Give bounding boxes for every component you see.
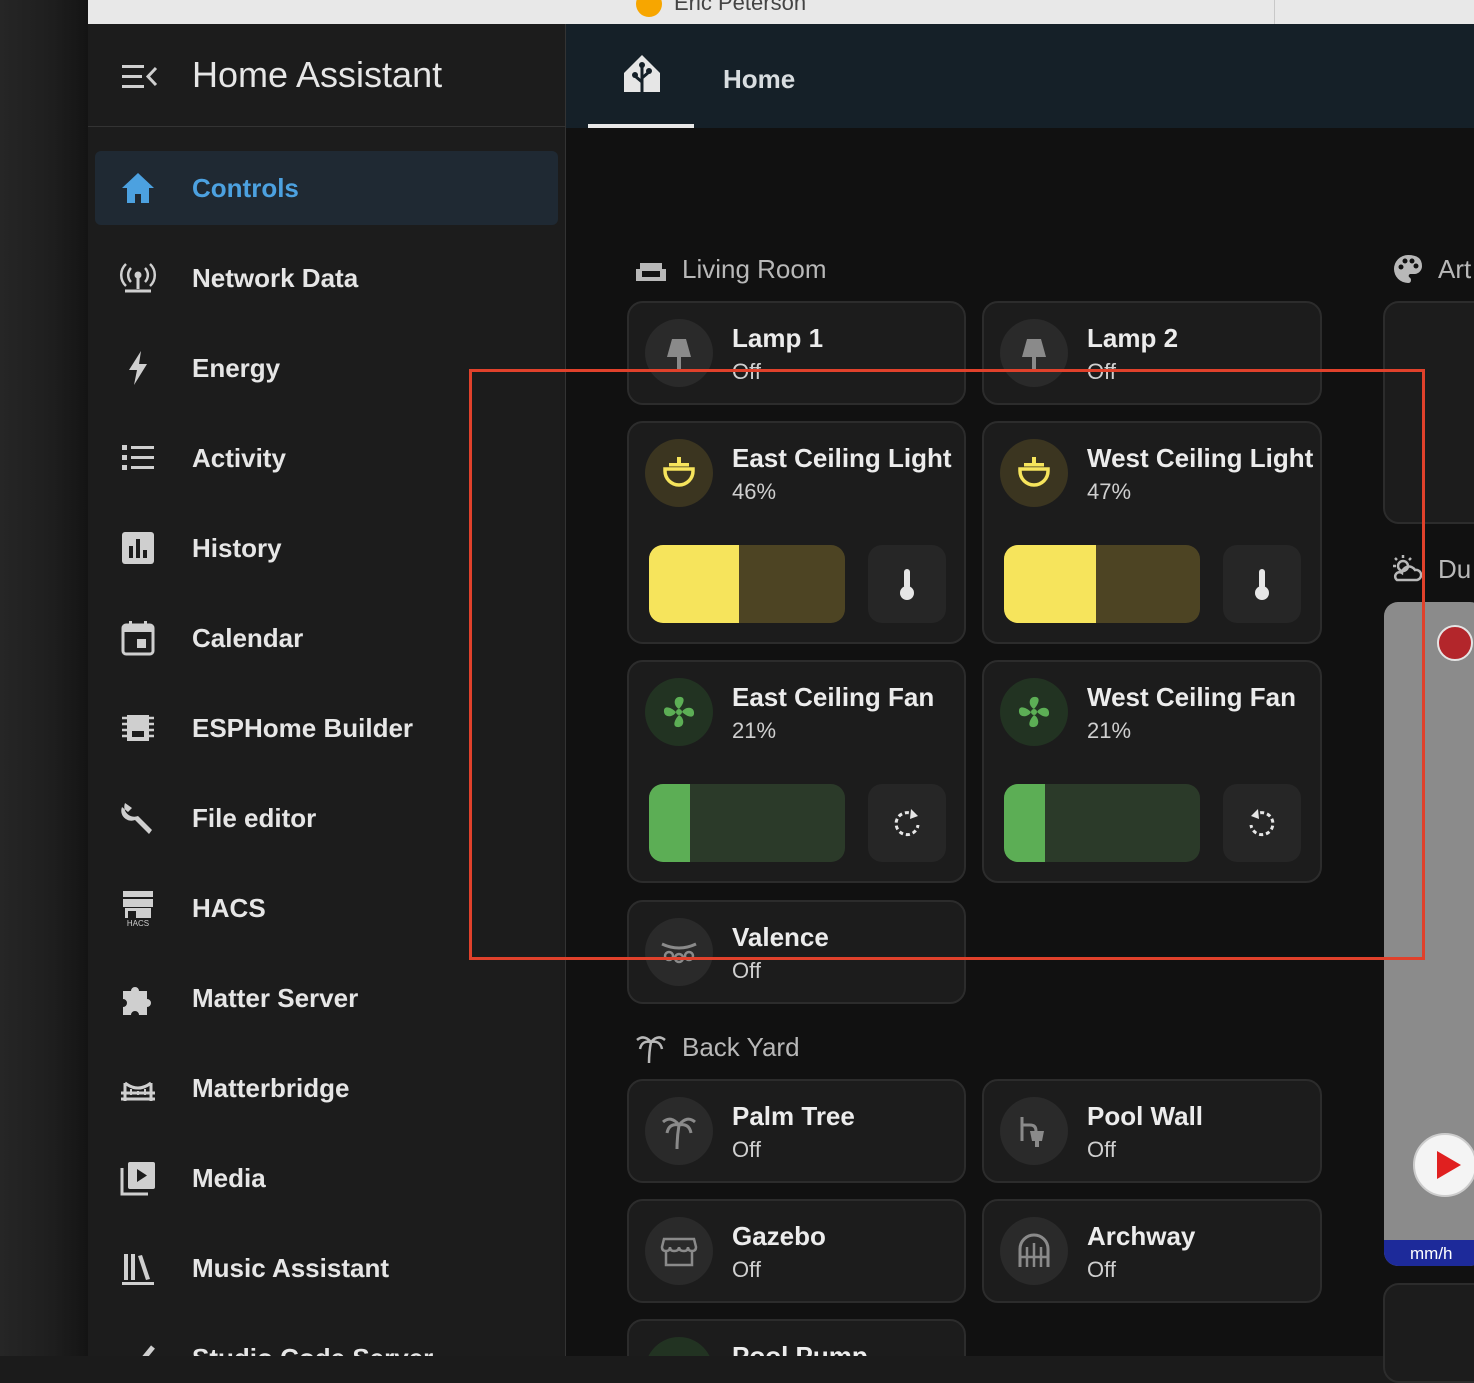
svg-text:HACS: HACS — [127, 919, 149, 927]
tile-gazebo[interactable]: Gazebo Off — [627, 1199, 966, 1303]
lightning-icon — [129, 351, 147, 385]
tile-icon-button[interactable] — [645, 1097, 713, 1165]
tile-name: Lamp 1 — [732, 323, 824, 353]
calendar-icon — [121, 621, 155, 656]
sidebar-item-label: History — [192, 533, 282, 563]
tile-palm-tree[interactable]: Palm Tree Off — [627, 1079, 966, 1183]
sidebar-item-label: Controls — [192, 173, 299, 203]
desktop-background — [0, 0, 88, 1356]
tile-name: Pool Wall — [1087, 1101, 1204, 1131]
play-button[interactable] — [1413, 1133, 1474, 1197]
tile-icon-button[interactable] — [645, 1217, 713, 1285]
list-icon — [122, 445, 154, 470]
sidebar-item-matterbridge[interactable]: Matterbridge — [95, 1051, 558, 1125]
tile-name: Gazebo — [732, 1221, 826, 1251]
tile-state: Off — [1087, 1137, 1116, 1162]
tile-state: Off — [732, 1137, 761, 1162]
sidebar-item-music-assistant[interactable]: Music Assistant — [95, 1231, 558, 1305]
tile-icon-button[interactable] — [1000, 1217, 1068, 1285]
tab-home-label: Home — [723, 64, 796, 94]
sidebar-item-label: Matterbridge — [192, 1073, 350, 1103]
palette-icon — [1394, 255, 1423, 283]
top-app-bar: Home — [566, 24, 1474, 128]
sidebar-item-label: Matter Server — [192, 983, 359, 1013]
pump-icon — [659, 1351, 699, 1356]
home-icon — [122, 173, 154, 203]
play-box-icon — [120, 1162, 155, 1196]
tile-pool-wall[interactable]: Pool Wall Off — [982, 1079, 1322, 1183]
chart-box-icon — [122, 532, 154, 564]
tile-name: Pool Pump — [732, 1341, 868, 1356]
wall-sconce-icon — [1020, 1117, 1044, 1147]
camera-unit-label: mm/h — [1410, 1244, 1453, 1263]
antenna-icon — [119, 263, 157, 293]
tile-name: Archway — [1087, 1221, 1196, 1251]
sidebar-item-label: Activity — [192, 443, 286, 473]
camera-badge-icon — [1437, 625, 1473, 661]
tile-state: Off — [732, 1257, 761, 1282]
sidebar-item-label: HACS — [192, 893, 266, 923]
section-title-art: Art — [1438, 254, 1472, 284]
sidebar-item-label: Energy — [192, 353, 281, 383]
section-title-back-yard: Back Yard — [682, 1032, 800, 1062]
sidebar-header: Home Assistant — [88, 24, 565, 127]
gate-arch-icon — [1018, 1233, 1050, 1267]
home-assistant-icon — [624, 55, 660, 92]
puzzle-icon — [123, 987, 151, 1015]
sidebar-item-controls[interactable]: Controls — [95, 151, 558, 225]
sidebar-item-network-data[interactable]: Network Data — [95, 241, 558, 315]
tile-name: Lamp 2 — [1087, 323, 1179, 353]
menu-icon[interactable] — [122, 62, 158, 92]
sidebar-item-label: ESPHome Builder — [192, 713, 414, 743]
section-title-du: Du — [1438, 554, 1472, 584]
tile-right-partial[interactable] — [1383, 1283, 1474, 1383]
sidebar-item-media[interactable]: Media — [95, 1141, 558, 1215]
amazon-icon — [636, 0, 662, 18]
tile-state: Off — [732, 958, 761, 983]
sofa-icon — [636, 263, 666, 281]
browser-toolbar: Eric Peterson — [88, 0, 1474, 24]
hacs-store-icon: HACS — [123, 891, 153, 927]
chip-icon — [122, 715, 154, 741]
sidebar-item-label: File editor — [192, 803, 317, 833]
lamp-icon — [667, 339, 691, 369]
sidebar-item-label: Network Data — [192, 263, 359, 293]
tile-name: Palm Tree — [732, 1101, 855, 1131]
sidebar-item-studio-code-server[interactable]: Studio Code Server — [95, 1321, 558, 1356]
tile-archway[interactable]: Archway Off — [982, 1199, 1322, 1303]
annotation-highlight-box — [469, 369, 1425, 960]
palm-tree-icon — [662, 1117, 696, 1150]
app-title: Home Assistant — [192, 54, 443, 95]
palm-tree-icon — [636, 1036, 666, 1064]
tile-icon-button[interactable] — [1000, 1097, 1068, 1165]
sidebar-item-label: Calendar — [192, 623, 304, 653]
sidebar-item-label: Media — [192, 1163, 266, 1193]
wrench-icon — [121, 803, 152, 834]
sidebar-item-label: Studio Code Server — [192, 1343, 433, 1356]
sidebar-item-label: Music Assistant — [192, 1253, 389, 1283]
library-icon — [122, 1254, 154, 1285]
sidebar-item-matter-server[interactable]: Matter Server — [95, 961, 558, 1035]
lamp-icon — [1022, 339, 1046, 369]
section-title-living-room: Living Room — [682, 254, 827, 284]
bridge-icon — [121, 1081, 155, 1101]
code-icon — [142, 1345, 155, 1356]
store-icon — [660, 1237, 698, 1267]
tile-state: Off — [1087, 1257, 1116, 1282]
tile-icon-button[interactable] — [645, 1337, 713, 1356]
browser-divider — [1274, 0, 1275, 24]
tile-pool-pump[interactable]: Pool Pump — [627, 1319, 966, 1356]
browser-account-label: Eric Peterson — [674, 0, 807, 15]
browser-account[interactable]: Eric Peterson — [636, 0, 807, 18]
